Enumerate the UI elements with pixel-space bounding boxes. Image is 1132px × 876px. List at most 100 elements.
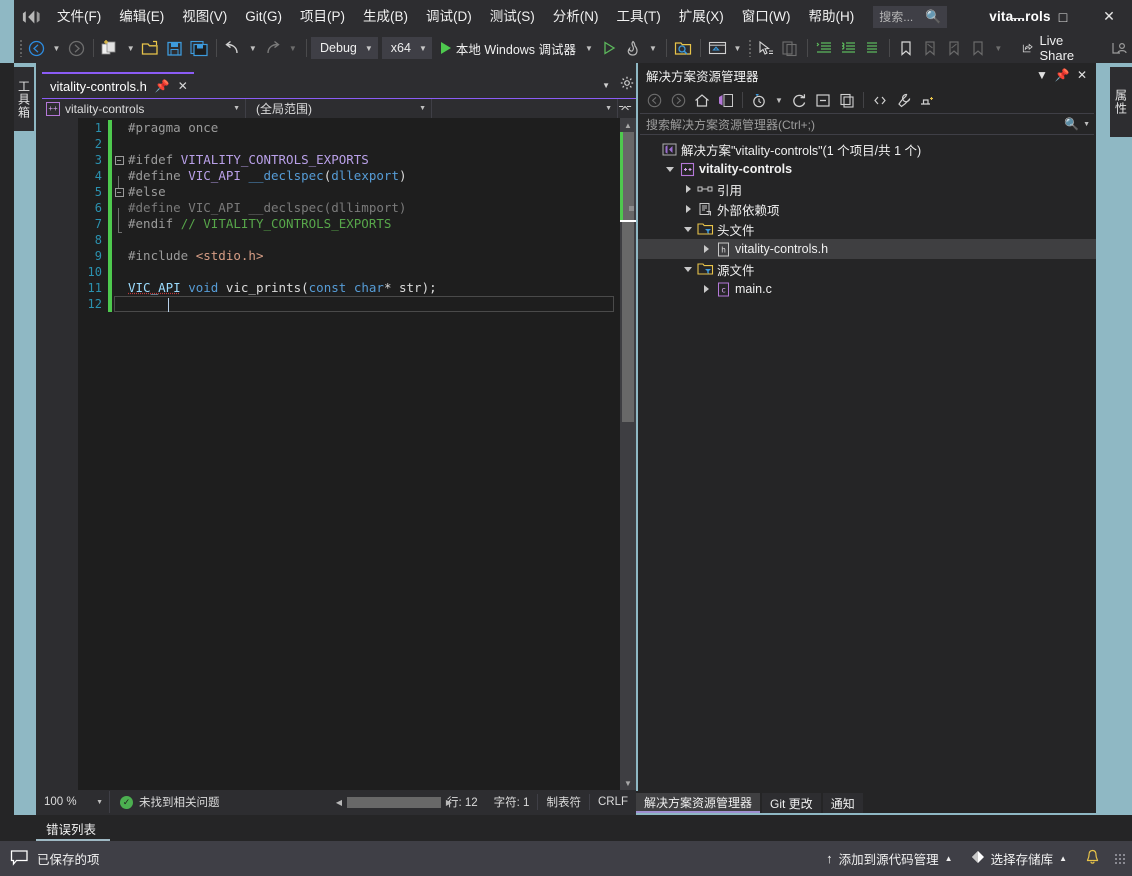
menu-build[interactable]: 生成(B) [354,1,417,33]
menu-window[interactable]: 窗口(W) [733,1,800,33]
vertical-scroll-thumb[interactable] [622,132,634,422]
forward-icon[interactable] [666,89,690,111]
editor-horizontal-scrollbar[interactable]: ◀ ▶ [332,794,456,810]
increase-indent-icon[interactable] [812,36,836,60]
document-tab-vitality-controls-h[interactable]: vitality-controls.h 📌 ✕ [42,72,194,98]
code-line[interactable]: 9 #include <stdio.h> [78,248,636,264]
close-panel-icon[interactable]: ✕ [1072,65,1092,85]
pin-icon[interactable]: 📌 [1052,65,1072,85]
previous-bookmark-icon[interactable] [918,36,942,60]
show-all-files-icon[interactable] [835,89,859,111]
code-line[interactable]: 1 #pragma once [78,120,636,136]
chevron-down-icon[interactable]: ▼ [1083,121,1090,128]
collapse-icon[interactable]: − [114,187,124,197]
scroll-up-arrow[interactable]: ▲ [620,118,636,132]
code-line[interactable]: 10 [78,264,636,280]
undo-icon[interactable] [221,36,245,60]
scroll-down-arrow[interactable]: ▼ [620,776,636,790]
close-tab-icon[interactable]: ✕ [178,79,188,93]
code-line[interactable]: 6 #define VIC_API __declspec(dllimport) [78,200,636,224]
menu-edit[interactable]: 编辑(E) [110,1,173,33]
code-line[interactable]: 12 [78,296,636,312]
navigate-forward-button[interactable] [64,36,88,60]
minimize-button[interactable]: — [994,0,1040,33]
uncomment-block-icon[interactable] [860,36,884,60]
menu-extensions[interactable]: 扩展(X) [670,1,733,33]
select-element-icon[interactable] [754,36,778,60]
solution-configuration-combo[interactable]: Debug ▼ [311,37,378,59]
solution-platform-combo[interactable]: x64 ▼ [381,37,432,59]
navigate-backward-button[interactable] [25,36,49,60]
switch-views-icon[interactable] [714,89,738,111]
live-share-button[interactable]: Live Share [1016,33,1086,63]
nav-project-combo[interactable]: ++ vitality-controls ▼ [42,99,246,118]
navigate-backward-dropdown[interactable]: ▼ [49,44,65,53]
start-debug-dropdown[interactable]: ▼ [581,44,597,53]
scroll-left-arrow[interactable]: ◀ [332,798,346,807]
select-repository-button[interactable]: 选择存储库 ▲ [963,841,1075,876]
menu-view[interactable]: 视图(V) [173,1,236,33]
toolbox-tab[interactable]: 工具箱 [14,67,34,131]
solution-explorer-search-input[interactable]: 搜索解决方案资源管理器(Ctrl+;) 🔍 ▼ [640,113,1094,135]
redo-icon[interactable] [261,36,285,60]
split-editor-icon[interactable]: ⌤ [618,99,632,118]
save-icon[interactable] [163,36,187,60]
indentation-indicator[interactable]: 制表符 [537,794,590,810]
nav-scope-combo[interactable]: (全局范围) ▼ [246,99,432,118]
copy-element-icon[interactable] [778,36,802,60]
properties-tab[interactable]: 属性 [1110,67,1132,137]
tree-item-source-files[interactable]: 源文件 [638,259,1096,279]
live-preview-icon[interactable] [705,36,729,60]
start-debug-button[interactable]: 本地 Windows 调试器 [436,36,581,60]
menu-debug[interactable]: 调试(D) [417,1,481,33]
menu-tools[interactable]: 工具(T) [608,1,670,33]
fold-margin[interactable]: − [112,155,126,165]
new-project-icon[interactable] [99,36,123,60]
code-line[interactable]: 4 #define VIC_API __declspec(dllexport) [78,168,636,192]
tree-item-vitality-controls-h[interactable]: h vitality-controls.h [638,239,1096,259]
preview-selected-items-icon[interactable] [916,89,940,111]
clear-bookmarks-icon[interactable] [966,36,990,60]
chevron-down-icon[interactable] [680,266,696,272]
horizontal-scroll-thumb[interactable] [347,796,441,808]
code-line[interactable]: 3 − #ifdef VITALITY_CONTROLS_EXPORTS [78,152,636,168]
tree-item-header-files[interactable]: 头文件 [638,219,1096,239]
code-line[interactable]: 7 #endif // VITALITY_CONTROLS_EXPORTS [78,216,636,233]
toolbar-grip-2[interactable] [748,39,751,57]
code-line[interactable]: 2 [78,136,636,152]
chevron-right-icon[interactable] [698,245,714,253]
next-bookmark-icon[interactable] [942,36,966,60]
back-icon[interactable] [642,89,666,111]
properties-icon[interactable] [892,89,916,111]
tree-item-solution[interactable]: 解决方案"vitality-controls"(1 个项目/共 1 个) [638,139,1096,159]
redo-dropdown[interactable]: ▼ [285,44,301,53]
toggle-bookmark-icon[interactable] [894,36,918,60]
menu-analyze[interactable]: 分析(N) [544,1,608,33]
resize-grip[interactable] [1114,852,1126,865]
undo-dropdown[interactable]: ▼ [245,44,261,53]
menu-test[interactable]: 测试(S) [481,1,544,33]
bookmarks-overflow[interactable]: ▼ [990,44,1006,53]
maximize-button[interactable]: □ [1040,0,1086,33]
tree-item-references[interactable]: 引用 [638,179,1096,199]
active-files-dropdown-icon[interactable]: ▼ [602,81,610,90]
issues-indicator[interactable]: ✓ 未找到相关问题 [110,794,230,810]
error-list-tab[interactable]: 错误列表 [36,815,107,841]
chevron-down-icon[interactable] [680,226,696,232]
editor-vertical-scrollbar[interactable]: ▲ ▼ [620,118,636,790]
scroll-right-arrow[interactable]: ▶ [442,798,456,807]
nav-member-combo[interactable]: ▼ [432,99,618,118]
tree-item-project[interactable]: vitality-controls [638,159,1096,179]
pin-icon[interactable]: 📌 [155,79,170,93]
line-endings-indicator[interactable]: CRLF [590,796,636,808]
pending-changes-icon[interactable] [747,89,771,111]
code-line[interactable]: 5 − #else [78,184,636,200]
chevron-right-icon[interactable] [698,285,714,293]
live-preview-dropdown[interactable]: ▼ [729,44,745,53]
notifications-button[interactable] [1077,841,1108,876]
save-all-icon[interactable] [187,36,211,60]
chevron-down-icon[interactable] [662,166,678,172]
collapse-all-icon[interactable] [811,89,835,111]
manage-account-icon[interactable] [1108,36,1132,60]
global-search-box[interactable]: 搜索... 🔍 [873,5,948,28]
